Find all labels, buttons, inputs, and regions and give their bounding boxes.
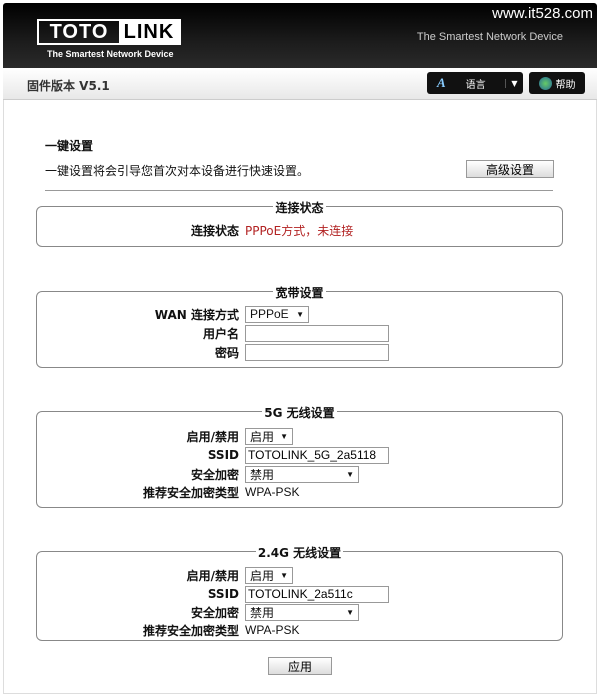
logo-tagline: The Smartest Network Device [47,49,174,59]
chevron-down-icon: ▼ [280,570,288,580]
wifi-5g-security-select[interactable]: 禁用 ▼ [245,465,359,483]
help-icon [538,76,552,90]
totolink-logo: TOTO LINK [37,19,181,45]
language-icon: A [437,75,446,90]
wifi-24g-panel: 2.4G 无线设置 启用/禁用启用▼ SSID 安全加密禁用▼ 推荐安全加密类型… [36,546,563,641]
apply-button[interactable]: 应用 [268,657,332,675]
chevron-down-icon: ▼ [346,469,354,479]
broadband-panel: 宽带设置 WAN 连接方式 PPPoE ▼ 用户名 密码 [36,286,563,368]
wifi-5g-panel: 5G 无线设置 启用/禁用启用▼ SSID 安全加密禁用▼ 推荐安全加密类型WP… [36,406,563,508]
toolbar: 固件版本 V5.1 A 语言 ▼ 帮助 [3,68,597,100]
advanced-settings-button[interactable]: 高级设置 [466,160,554,178]
chevron-down-icon: ▼ [280,431,288,441]
connection-status-panel: 连接状态 连接状态 PPPoE方式，未连接 [36,201,563,247]
header: TOTO LINK The Smartest Network Device www… [3,3,597,68]
divider [45,190,553,191]
wifi-24g-security-select[interactable]: 禁用 ▼ [245,603,359,621]
language-button[interactable]: A 语言 ▼ [427,72,523,94]
watermark: www.it528.com [492,5,593,22]
wifi-24g-enable-select[interactable]: 启用 ▼ [245,566,293,584]
status-value: PPPoE方式，未连接 [245,223,354,238]
page-description: 一键设置将会引导您首次对本设备进行快速设置。 [45,164,310,178]
wifi-5g-enable-select[interactable]: 启用 ▼ [245,427,293,445]
username-input[interactable] [245,324,389,342]
chevron-down-icon: ▼ [296,309,304,319]
chevron-down-icon[interactable]: ▼ [505,78,523,88]
page-title: 一键设置 [45,139,94,153]
wifi-5g-ssid-input[interactable] [245,446,389,464]
header-tagline: The Smartest Network Device [416,31,563,43]
chevron-down-icon: ▼ [346,607,354,617]
firmware-version: 固件版本 V5.1 [27,79,110,93]
wan-type-select[interactable]: PPPoE ▼ [245,305,309,323]
wifi-24g-ssid-input[interactable] [245,585,389,603]
password-input[interactable] [245,343,389,361]
help-button[interactable]: 帮助 [529,72,585,94]
